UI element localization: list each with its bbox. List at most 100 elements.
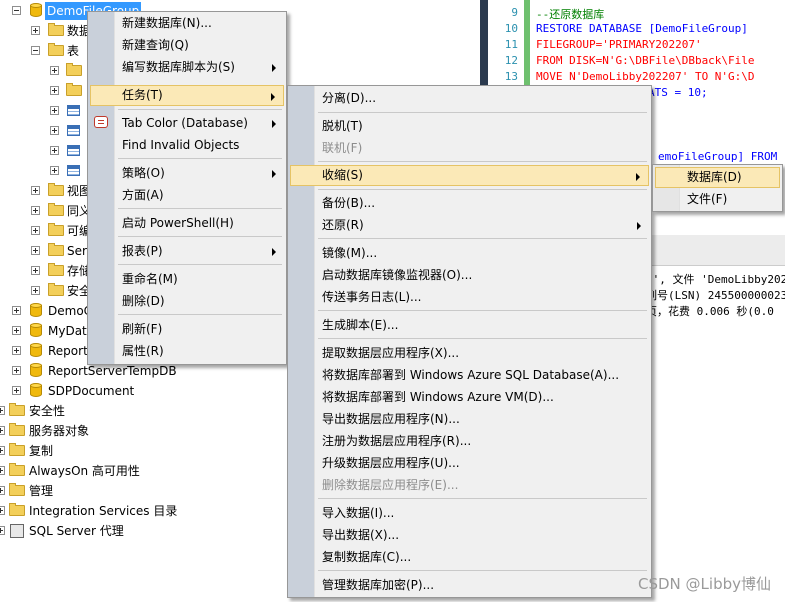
- menu-item-properties[interactable]: 属性(R): [90, 341, 284, 362]
- tree-node-integration-services[interactable]: Integration Services 目录: [0, 502, 200, 520]
- expand-icon[interactable]: [31, 246, 40, 255]
- menu-item-delete[interactable]: 删除(D): [90, 291, 284, 312]
- menu-item-reports[interactable]: 报表(P): [90, 241, 284, 262]
- submenu-arrow-icon: [272, 120, 276, 128]
- tree-node-management[interactable]: 管理: [0, 482, 200, 500]
- line-number: 11: [504, 38, 518, 51]
- menu-item-new-database[interactable]: 新建数据库(N)...: [90, 13, 284, 34]
- tree-node-sql-agent[interactable]: SQL Server 代理: [0, 522, 200, 540]
- expand-icon[interactable]: [50, 106, 59, 115]
- menu-item-label: 升级数据层应用程序(U)...: [322, 456, 460, 470]
- menu-item-deploy-azure-vm[interactable]: 将数据库部署到 Windows Azure VM(D)...: [290, 387, 649, 408]
- expand-icon[interactable]: [12, 346, 21, 355]
- tree-node-server-objects[interactable]: 服务器对象: [0, 422, 200, 440]
- menu-item-script-database-as[interactable]: 编写数据库脚本为(S): [90, 57, 284, 78]
- expand-icon[interactable]: [31, 266, 40, 275]
- menu-item-restore[interactable]: 还原(R): [290, 215, 649, 236]
- menu-item-shrink-database[interactable]: 数据库(D): [655, 167, 780, 188]
- tree-node-system-tables[interactable]: [0, 62, 90, 80]
- tree-node-views[interactable]: 视图: [0, 182, 100, 200]
- menu-item-upgrade-data-tier-app[interactable]: 升级数据层应用程序(U)...: [290, 453, 649, 474]
- database-icon: [30, 383, 42, 398]
- tree-node-label: 复制: [29, 444, 54, 458]
- menu-item-extract-data-tier-app[interactable]: 提取数据层应用程序(X)...: [290, 343, 649, 364]
- expand-icon[interactable]: [0, 426, 5, 435]
- menu-item-launch-mirroring-monitor[interactable]: 启动数据库镜像监视器(O)...: [290, 265, 649, 286]
- tree-node-replication[interactable]: 复制: [0, 442, 200, 460]
- menu-item-facets[interactable]: 方面(A): [90, 185, 284, 206]
- tree-node-database[interactable]: Report: [0, 342, 100, 360]
- menu-item-rename[interactable]: 重命名(M): [90, 269, 284, 290]
- expand-icon[interactable]: [31, 286, 40, 295]
- tree-node-label: AlwaysOn 高可用性: [29, 464, 140, 478]
- tree-node-database[interactable]: SDPDocument: [0, 382, 200, 400]
- menu-item-manage-encryption[interactable]: 管理数据库加密(P)...: [290, 575, 649, 596]
- tree-node-alwayson[interactable]: AlwaysOn 高可用性: [0, 462, 200, 480]
- menu-item-shrink-files[interactable]: 文件(F): [655, 189, 780, 210]
- menu-item-label: 还原(R): [322, 218, 364, 232]
- submenu-arrow-icon: [272, 64, 276, 72]
- expand-icon[interactable]: [31, 186, 40, 195]
- expand-icon[interactable]: [12, 366, 21, 375]
- expand-icon[interactable]: [0, 446, 5, 455]
- menu-item-new-query[interactable]: 新建查询(Q): [90, 35, 284, 56]
- menu-item-deploy-azure-sql[interactable]: 将数据库部署到 Windows Azure SQL Database(A)...: [290, 365, 649, 386]
- tree-node-tables[interactable]: 表: [0, 42, 100, 60]
- menu-item-shrink[interactable]: 收缩(S): [290, 165, 649, 186]
- expand-icon[interactable]: [31, 206, 40, 215]
- tree-node-database-diagrams[interactable]: 数据: [0, 22, 100, 40]
- menu-item-copy-database[interactable]: 复制数据库(C)...: [290, 547, 649, 568]
- expand-icon[interactable]: [50, 166, 59, 175]
- menu-item-refresh[interactable]: 刷新(F): [90, 319, 284, 340]
- expand-icon[interactable]: [12, 386, 21, 395]
- expand-icon[interactable]: [50, 126, 59, 135]
- menu-item-import-data[interactable]: 导入数据(I)...: [290, 503, 649, 524]
- menu-item-bring-online: 联机(F): [290, 138, 649, 159]
- tree-node-filetables[interactable]: [0, 82, 90, 100]
- menu-item-tab-color[interactable]: Tab Color (Database): [90, 113, 284, 134]
- menu-item-start-powershell[interactable]: 启动 PowerShell(H): [90, 213, 284, 234]
- menu-item-find-invalid-objects[interactable]: Find Invalid Objects: [90, 135, 284, 156]
- tree-node-security[interactable]: 安全性: [0, 402, 200, 420]
- tree-node-storage[interactable]: 存储: [0, 262, 100, 280]
- expand-icon[interactable]: [12, 326, 21, 335]
- tree-node-programmability[interactable]: 可编: [0, 222, 100, 240]
- menu-item-label: 任务(T): [122, 88, 163, 102]
- tree-node-synonyms[interactable]: 同义: [0, 202, 100, 220]
- tree-node-database[interactable]: MyDat: [0, 322, 100, 340]
- expand-icon[interactable]: [31, 226, 40, 235]
- menu-item-mirror[interactable]: 镜像(M)...: [290, 243, 649, 264]
- tree-node-table[interactable]: [0, 142, 90, 160]
- submenu-arrow-icon: [636, 173, 640, 181]
- tree-node-database[interactable]: DemoC: [0, 302, 100, 320]
- expand-icon[interactable]: [50, 86, 59, 95]
- expand-icon[interactable]: [31, 26, 40, 35]
- expand-icon[interactable]: [0, 466, 5, 475]
- expand-icon[interactable]: [12, 306, 21, 315]
- menu-item-label: 数据库(D): [687, 170, 742, 184]
- expand-icon[interactable]: [0, 526, 5, 535]
- menu-item-policies[interactable]: 策略(O): [90, 163, 284, 184]
- menu-item-ship-transaction-logs[interactable]: 传送事务日志(L)...: [290, 287, 649, 308]
- expand-icon[interactable]: [0, 486, 5, 495]
- expand-icon[interactable]: [0, 406, 5, 415]
- menu-item-label: 镜像(M)...: [322, 246, 378, 260]
- menu-item-export-data-tier-app[interactable]: 导出数据层应用程序(N)...: [290, 409, 649, 430]
- expand-icon[interactable]: [50, 146, 59, 155]
- menu-item-export-data[interactable]: 导出数据(X)...: [290, 525, 649, 546]
- tree-node-security-db[interactable]: 安全: [0, 282, 100, 300]
- expand-icon[interactable]: [0, 506, 5, 515]
- expand-icon[interactable]: [50, 66, 59, 75]
- menu-item-register-data-tier-app[interactable]: 注册为数据层应用程序(R)...: [290, 431, 649, 452]
- collapse-icon[interactable]: [12, 6, 21, 15]
- menu-item-backup[interactable]: 备份(B)...: [290, 193, 649, 214]
- tree-node-table[interactable]: [0, 122, 90, 140]
- menu-item-take-offline[interactable]: 脱机(T): [290, 116, 649, 137]
- menu-item-tasks[interactable]: 任务(T): [90, 85, 284, 106]
- collapse-icon[interactable]: [31, 46, 40, 55]
- tree-node-table[interactable]: [0, 102, 90, 120]
- tree-node-table[interactable]: [0, 162, 90, 180]
- menu-item-generate-scripts[interactable]: 生成脚本(E)...: [290, 315, 649, 336]
- menu-item-detach[interactable]: 分离(D)...: [290, 88, 649, 109]
- tree-node-service-broker[interactable]: Ser: [0, 242, 100, 260]
